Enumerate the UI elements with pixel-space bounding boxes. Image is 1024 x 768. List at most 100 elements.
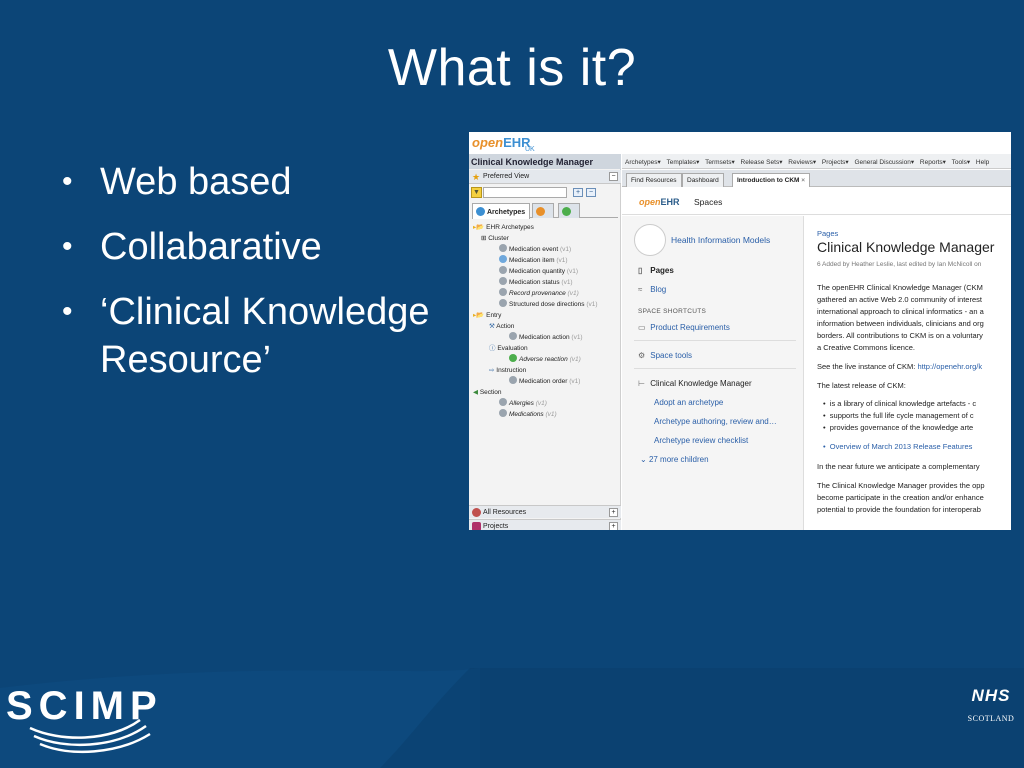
archetype-icon xyxy=(499,299,507,307)
bullet-glyph: • xyxy=(62,165,73,198)
tree-node-section[interactable]: ◀ Section xyxy=(473,387,502,398)
all-resources-item[interactable]: All Resources + xyxy=(469,505,621,518)
version-label: (v1) xyxy=(569,356,581,363)
menu-help[interactable]: Help xyxy=(976,159,989,166)
filter-input[interactable] xyxy=(483,187,567,198)
shortcuts-heading: SPACE SHORTCUTS xyxy=(638,308,707,315)
menu-reviews[interactable]: Reviews▾ xyxy=(788,159,816,166)
body-text: become participate in the creation and/o… xyxy=(817,493,984,502)
space-name-link[interactable]: Health Information Models xyxy=(671,235,770,245)
tab-introduction[interactable]: Introduction to CKM × xyxy=(732,173,811,187)
tree-leaf[interactable]: Medication event (v1) xyxy=(499,244,571,255)
tree-leaf[interactable]: Medications (v1) xyxy=(499,409,557,420)
gear-icon: ⚙ xyxy=(638,351,646,360)
tree-leaf[interactable]: Allergies (v1) xyxy=(499,398,547,409)
tree-leaf[interactable]: Medication action (v1) xyxy=(509,332,583,343)
tree-leaf[interactable]: Adverse reaction (v1) xyxy=(509,354,581,365)
tab-find-resources[interactable]: Find Resources xyxy=(626,173,682,187)
more-children-link[interactable]: ⌄ 27 more children xyxy=(640,455,709,464)
child-page-link[interactable]: Archetype review checklist xyxy=(654,436,748,445)
tree-label: Adverse reaction xyxy=(519,356,568,363)
tree-leaf[interactable]: Medication order (v1) xyxy=(509,376,580,387)
child-page-link[interactable]: Adopt an archetype xyxy=(654,398,723,407)
evaluation-icon: ⓘ xyxy=(489,345,496,352)
bullet-glyph: • xyxy=(62,295,73,328)
menu-templates[interactable]: Templates▾ xyxy=(666,159,699,166)
tab-dashboard[interactable]: Dashboard xyxy=(682,173,724,187)
space-tools[interactable]: ⚙ Space tools xyxy=(638,351,692,360)
page-tree-root[interactable]: ⊢ Clinical Knowledge Manager xyxy=(638,379,752,388)
tab-archetypes[interactable]: Archetypes xyxy=(472,203,530,219)
version-label: (v1) xyxy=(561,279,573,286)
menu-archetypes[interactable]: Archetypes▾ xyxy=(625,159,661,166)
tree-node-entry[interactable]: ▸📂 Entry xyxy=(473,310,501,321)
openehr-logo: openEHR UK xyxy=(469,132,621,154)
logo-open-text: open xyxy=(639,197,661,207)
plus-icon[interactable]: + xyxy=(609,522,618,530)
approved-icon xyxy=(509,354,517,362)
tree-leaf[interactable]: Medication item (v1) xyxy=(499,255,568,266)
bullet-list: • Web based • Collabarative • ‘Clinical … xyxy=(60,158,480,401)
tree-leaf[interactable]: Structured dose directions (v1) xyxy=(499,299,598,310)
menu-projects[interactable]: Projects▾ xyxy=(822,159,849,166)
resources-icon xyxy=(472,508,481,517)
nav-label: Blog xyxy=(650,285,667,294)
plus-icon[interactable]: + xyxy=(609,508,618,517)
archetype-icon xyxy=(499,409,507,417)
projects-icon xyxy=(472,522,481,530)
menu-release-sets[interactable]: Release Sets▾ xyxy=(741,159,783,166)
space-avatar[interactable] xyxy=(634,224,666,256)
action-icon: ⚒ xyxy=(489,323,495,330)
confluence-logo[interactable]: openEHR xyxy=(639,197,680,207)
tree-node-cluster[interactable]: ⊞ Cluster xyxy=(481,233,509,244)
body-text: borders. All contributions to CKM is on … xyxy=(817,331,983,340)
menu-general-discussion[interactable]: General Discussion▾ xyxy=(854,159,914,166)
expand-all-icon[interactable]: + xyxy=(573,188,583,197)
tab-termsets[interactable] xyxy=(558,203,580,218)
overview-link[interactable]: Overview of March 2013 Release Features xyxy=(830,442,973,451)
preferred-view-label: Preferred View xyxy=(483,173,530,180)
shortcut-product-requirements[interactable]: ▭ Product Requirements xyxy=(638,323,730,332)
breadcrumb[interactable]: Pages xyxy=(817,229,838,238)
collapse-all-icon[interactable]: − xyxy=(586,188,596,197)
nav-label: Pages xyxy=(650,266,674,275)
menu-tools[interactable]: Tools▾ xyxy=(952,159,970,166)
divider xyxy=(634,340,796,341)
tree-node-root[interactable]: ▸📂 EHR Archetypes xyxy=(473,222,534,233)
spaces-menu[interactable]: Spaces xyxy=(694,197,722,207)
star-icon: ★ xyxy=(472,172,481,182)
tree-node-action[interactable]: ⚒ Action xyxy=(489,321,514,332)
archetype-icon xyxy=(499,277,507,285)
tree-label: Medications xyxy=(509,411,544,418)
collapse-icon[interactable]: − xyxy=(609,172,618,181)
close-icon[interactable]: × xyxy=(801,177,805,184)
filter-icon[interactable]: ▼ xyxy=(471,187,482,198)
tree-leaf[interactable]: Medication quantity (v1) xyxy=(499,266,578,277)
menu-reports[interactable]: Reports▾ xyxy=(920,159,946,166)
nav-blog[interactable]: ≈ Blog xyxy=(638,285,666,294)
bullet-text: ‘Clinical Knowledge xyxy=(100,291,430,333)
template-icon xyxy=(536,207,545,216)
child-page-link[interactable]: Archetype authoring, review and… xyxy=(654,417,777,426)
ckm-link[interactable]: http://openehr.org/k xyxy=(917,362,982,371)
projects-item[interactable]: Projects + xyxy=(469,519,621,530)
list-item[interactable]: • Overview of March 2013 Release Feature… xyxy=(823,442,972,451)
menu-termsets[interactable]: Termsets▾ xyxy=(705,159,735,166)
tree-leaf[interactable]: Record provenance (v1) xyxy=(499,288,579,299)
tree-node-instruction[interactable]: ⇨ Instruction xyxy=(489,365,526,376)
tree-leaf[interactable]: Medication status (v1) xyxy=(499,277,573,288)
tree-node-evaluation[interactable]: ⓘ Evaluation xyxy=(489,343,528,354)
list-item: • is a library of clinical knowledge art… xyxy=(823,399,977,408)
nhs-scotland-text: SCOTLAND xyxy=(967,714,1015,723)
tree-label: Medication quantity xyxy=(509,268,566,275)
pages-icon: ▯ xyxy=(638,266,643,275)
tree-label: Section xyxy=(479,389,502,396)
preferred-view[interactable]: ★ Preferred View − xyxy=(469,170,621,184)
tree-label: Record provenance xyxy=(509,290,566,297)
nav-pages[interactable]: ▯ Pages xyxy=(638,266,674,275)
tree-label: Medication item xyxy=(509,257,555,264)
tab-templates[interactable] xyxy=(532,203,554,218)
tree-label: Action xyxy=(496,323,515,330)
bullet-item: • ‘Clinical Knowledge Resource’ xyxy=(60,288,480,384)
version-label: (v1) xyxy=(556,257,568,264)
